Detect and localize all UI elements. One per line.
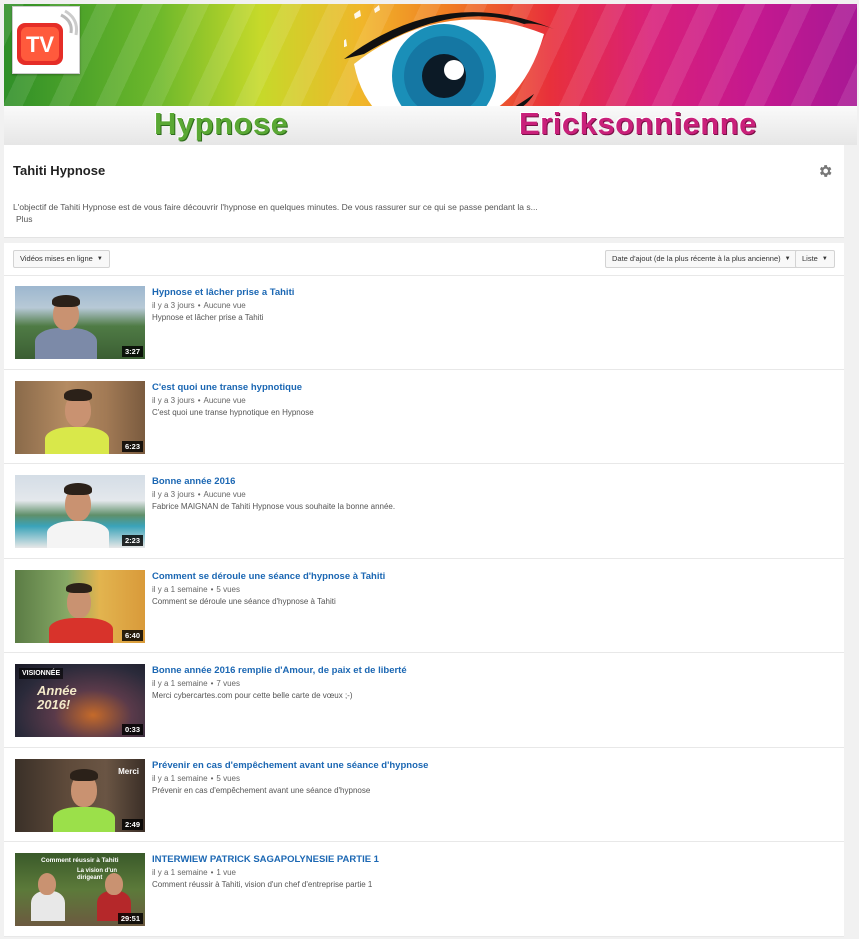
video-duration: 3:27 [121, 346, 143, 357]
view-dropdown-label: Liste [802, 254, 818, 263]
video-row: Comment réussir à Tahiti La vision d'un … [4, 842, 844, 937]
video-age: il y a 1 semaine [152, 773, 208, 783]
video-row: VISIONNÉE Année 2016! 0:33 Bonne année 2… [4, 653, 844, 748]
watched-badge: VISIONNÉE [19, 668, 64, 679]
svg-text:TV: TV [26, 32, 54, 57]
video-meta: il y a 1 semaine • 7 vues [152, 679, 240, 688]
video-duration: 6:40 [121, 629, 143, 641]
video-duration: 29:51 [117, 913, 143, 924]
video-views: Aucune vue [203, 395, 246, 405]
meta-separator: • [210, 868, 214, 877]
video-row: 6:40 Comment se déroule une séance d'hyp… [4, 559, 844, 653]
channel-description: L'objectif de Tahiti Hypnose est de vous… [13, 202, 538, 212]
video-age: il y a 3 jours [152, 490, 195, 499]
uploads-dropdown[interactable]: Vidéos mises en ligne ▼ [13, 250, 110, 268]
video-rows: 3:27 Hypnose et lâcher prise a Tahiti il… [4, 275, 844, 937]
channel-title: Tahiti Hypnose [13, 163, 106, 178]
video-row: 2:23 Bonne année 2016 il y a 3 jours • Auc… [4, 464, 844, 559]
video-meta: il y a 3 jours • Aucune vue [152, 490, 246, 499]
banner-word-left: Hypnose [154, 106, 289, 141]
video-title[interactable]: INTERWIEW PATRICK SAGAPOLYNESIE PARTIE 1 [152, 854, 379, 865]
video-title[interactable]: Comment se déroule une séance d'hypnose … [152, 571, 385, 582]
video-views: Aucune vue [203, 490, 246, 499]
video-description: Comment réussir à Tahiti, vision d'un ch… [152, 880, 373, 889]
video-age: il y a 3 jours [152, 395, 195, 405]
banner-word-right: Ericksonnienne [519, 106, 757, 141]
video-meta: il y a 3 jours • Aucune vue [152, 396, 246, 405]
video-age: il y a 3 jours [152, 301, 195, 310]
sort-dropdown-label: Date d'ajout (de la plus récente à la pl… [612, 254, 781, 263]
channel-logo[interactable]: TV [12, 6, 80, 74]
video-description: Prévenir en cas d'empêchement avant une … [152, 785, 371, 795]
video-description: Comment se déroule une séance d'hypnose … [152, 596, 336, 606]
video-title[interactable]: Bonne année 2016 [152, 476, 235, 487]
video-row: 6:23 C'est quoi une transe hypnotique il… [4, 370, 844, 464]
thumbnail-caption: Merci [118, 766, 139, 776]
thumbnail-caption: Comment réussir à Tahiti [41, 857, 119, 864]
video-meta: il y a 1 semaine • 1 vue [152, 868, 236, 877]
video-views: 5 vues [216, 584, 240, 594]
video-description: C'est quoi une transe hypnotique en Hypn… [152, 407, 314, 417]
video-age: il y a 1 semaine [152, 868, 208, 877]
video-description: Merci cybercartes.com pour cette belle c… [152, 691, 353, 700]
video-thumbnail[interactable]: 6:23 [15, 380, 145, 454]
caret-down-icon: ▼ [96, 256, 103, 263]
video-thumbnail[interactable]: Comment réussir à Tahiti La vision d'un … [15, 853, 145, 926]
tv-logo-icon: TV [17, 9, 78, 65]
video-thumbnail[interactable]: Merci 2:49 [15, 758, 145, 832]
video-duration: 6:23 [121, 440, 143, 452]
meta-separator: • [210, 773, 214, 783]
channel-banner: Hypnose Ericksonnienne TV [4, 4, 857, 145]
video-title[interactable]: Bonne année 2016 remplie d'Amour, de pai… [152, 665, 407, 676]
video-duration: 0:33 [121, 724, 143, 735]
video-title[interactable]: Prévenir en cas d'empêchement avant une … [152, 760, 428, 771]
video-thumbnail[interactable]: 3:27 [15, 286, 145, 359]
video-views: 7 vues [216, 679, 240, 688]
video-meta: il y a 1 semaine • 5 vues [152, 585, 240, 594]
video-description: Hypnose et lâcher prise a Tahiti [152, 313, 264, 322]
video-title[interactable]: Hypnose et lâcher prise a Tahiti [152, 287, 294, 298]
meta-separator: • [197, 395, 201, 405]
meta-separator: • [210, 584, 214, 594]
video-views: 5 vues [216, 773, 240, 783]
sort-dropdown[interactable]: Date d'ajout (de la plus récente à la pl… [605, 250, 798, 268]
channel-header: Tahiti Hypnose L'objectif de Tahiti Hypn… [4, 145, 844, 238]
more-link[interactable]: Plus [16, 214, 33, 224]
video-description: Fabrice MAIGNAN de Tahiti Hypnose vous s… [152, 502, 396, 511]
view-dropdown[interactable]: Liste ▼ [795, 250, 835, 268]
video-duration: 2:49 [121, 818, 143, 830]
thumbnail-caption: Année 2016! [37, 683, 77, 712]
caret-down-icon: ▼ [784, 256, 791, 263]
video-views: 1 vue [216, 868, 236, 877]
caret-down-icon: ▼ [821, 256, 828, 263]
video-thumbnail[interactable]: VISIONNÉE Année 2016! 0:33 [15, 664, 145, 737]
video-meta: il y a 3 jours • Aucune vue [152, 301, 246, 310]
video-title[interactable]: C'est quoi une transe hypnotique [152, 382, 302, 393]
video-thumbnail[interactable]: 6:40 [15, 569, 145, 643]
video-row: 3:27 Hypnose et lâcher prise a Tahiti il… [4, 275, 844, 370]
video-meta: il y a 1 semaine • 5 vues [152, 774, 240, 783]
video-duration: 2:23 [121, 535, 143, 546]
uploads-dropdown-label: Vidéos mises en ligne [20, 254, 93, 263]
video-list-card: Vidéos mises en ligne ▼ Date d'ajout (de … [4, 243, 844, 937]
meta-separator: • [210, 679, 214, 688]
list-toolbar: Vidéos mises en ligne ▼ Date d'ajout (de … [4, 243, 844, 276]
video-age: il y a 1 semaine [152, 584, 208, 594]
video-views: Aucune vue [203, 301, 246, 310]
meta-separator: • [197, 301, 201, 310]
video-thumbnail[interactable]: 2:23 [15, 475, 145, 548]
video-age: il y a 1 semaine [152, 679, 208, 688]
video-row: Merci 2:49 Prévenir en cas d'empêchement… [4, 748, 844, 842]
meta-separator: • [197, 490, 201, 499]
gear-icon[interactable] [817, 163, 833, 179]
